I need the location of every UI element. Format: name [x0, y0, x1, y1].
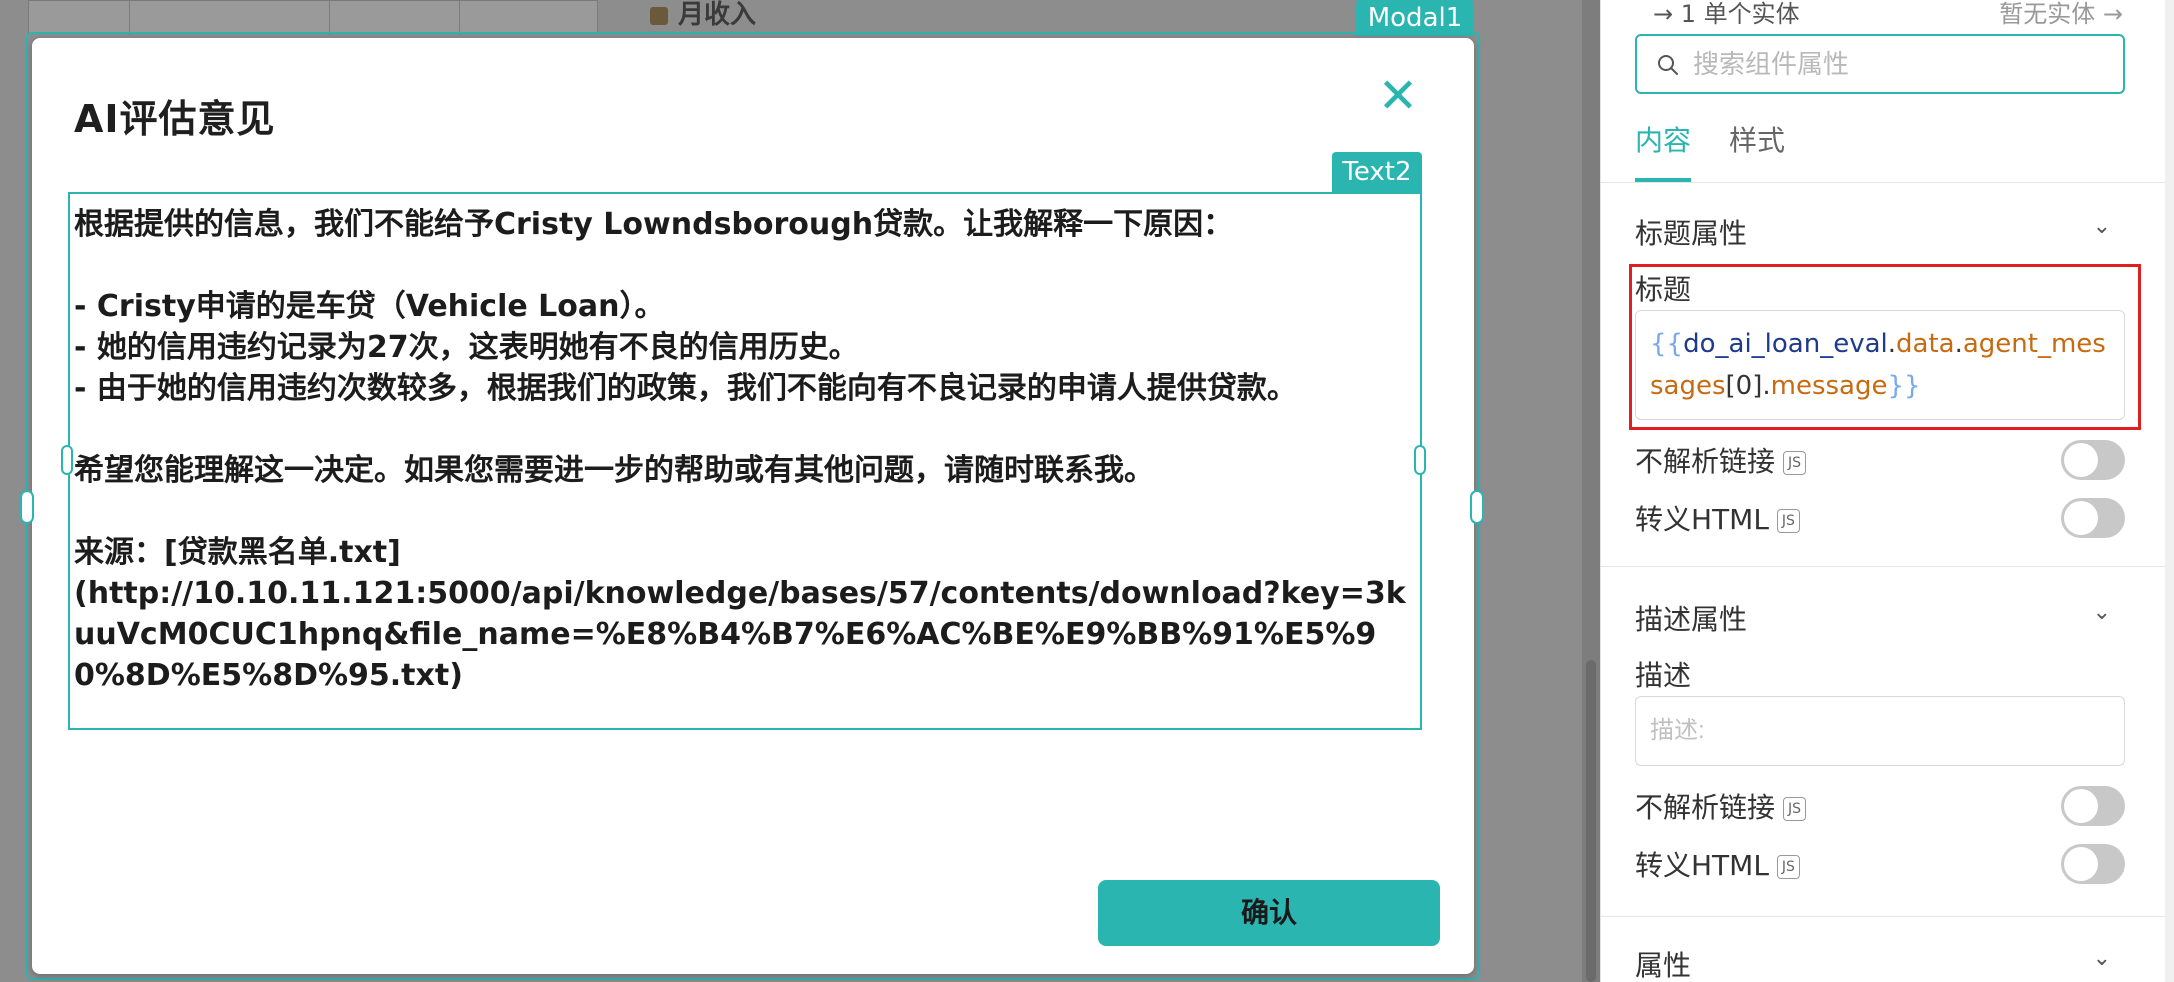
- table-divider: [129, 1, 130, 35]
- modal-resize-handle-right[interactable]: [1470, 490, 1484, 524]
- app-root: 月收入 Modal1 AI评估意见 ✕ Text2 根据提供的信息，我们不能给予…: [0, 0, 2174, 982]
- property-search[interactable]: [1635, 34, 2125, 94]
- section-divider: [1601, 566, 2174, 567]
- text-component-tag[interactable]: Text2: [1332, 152, 1422, 192]
- search-icon: [1658, 55, 1678, 75]
- table-divider: [459, 1, 460, 35]
- background-field-label: 月收入: [650, 0, 756, 31]
- title-no-parse-links-row: 不解析链接 JS: [1635, 440, 2125, 480]
- message-line: - 她的信用违约记录为27次，这表明她有不良的信用历史。: [74, 330, 859, 365]
- js-badge[interactable]: JS: [1776, 855, 1800, 879]
- title-field-label: 标题: [1635, 273, 1692, 306]
- section-divider: [1601, 916, 2174, 917]
- desc-section-header[interactable]: 描述属性 ⌄: [1635, 598, 2125, 638]
- ai-message-text: 根据提供的信息，我们不能给予Cristy Lowndsborough贷款。让我解…: [74, 204, 1414, 696]
- chevron-down-icon: ⌄: [2092, 946, 2111, 971]
- js-badge[interactable]: JS: [1783, 797, 1807, 821]
- tab-content[interactable]: 内容: [1635, 118, 1692, 182]
- modal-resize-handle-left[interactable]: [20, 490, 34, 524]
- message-line: - Cristy申请的是车贷（Vehicle Loan）。: [74, 289, 665, 324]
- message-line: - 由于她的信用违约次数较多，根据我们的政策，我们不能向有不良记录的申请人提供贷…: [74, 371, 1297, 406]
- title-escape-html-row: 转义HTML JS: [1635, 498, 2125, 538]
- canvas-scrollbar[interactable]: [1582, 0, 1600, 982]
- desc-no-parse-links-row: 不解析链接 JS: [1635, 786, 2125, 826]
- desc-escape-html-row: 转义HTML JS: [1635, 844, 2125, 884]
- panel-tabs: 内容 样式: [1635, 118, 2174, 182]
- background-table: [28, 0, 598, 35]
- modal-title: AI评估意见: [74, 97, 276, 141]
- message-source-line: 来源：[贷款黑名单.txt]: [74, 535, 401, 570]
- text-resize-handle-left[interactable]: [61, 445, 73, 475]
- chevron-down-icon: ⌄: [2092, 214, 2111, 239]
- title-section-header[interactable]: 标题属性 ⌄: [1635, 212, 2125, 252]
- no-parse-links-toggle[interactable]: [2061, 440, 2125, 480]
- panel-scrollbar[interactable]: [2165, 0, 2174, 982]
- js-badge[interactable]: JS: [1776, 509, 1800, 533]
- close-icon[interactable]: ✕: [1374, 72, 1422, 120]
- scrollbar-thumb[interactable]: [1586, 660, 1596, 982]
- tabs-divider: [1601, 182, 2174, 183]
- chevron-down-icon: ⌄: [2092, 600, 2111, 625]
- escape-html-toggle[interactable]: [2061, 498, 2125, 538]
- modal-component-tag[interactable]: Modal1: [1356, 0, 1474, 36]
- tab-style[interactable]: 样式: [1729, 118, 1785, 182]
- title-expression-editor[interactable]: {{do_ai_loan_eval.data.agent_messages[0]…: [1635, 310, 2125, 420]
- property-panel: → 1 单个实体 暂无实体 → 内容 样式 标题属性 ⌄ 标题 {{do_ai_…: [1600, 0, 2174, 982]
- message-line: 根据提供的信息，我们不能给予Cristy Lowndsborough贷款。让我解…: [74, 207, 1234, 242]
- no-parse-links-toggle[interactable]: [2061, 786, 2125, 826]
- table-divider: [329, 1, 330, 35]
- money-icon: [650, 6, 668, 25]
- text-resize-handle-right[interactable]: [1414, 445, 1426, 475]
- single-entity-link[interactable]: → 1 单个实体: [1653, 0, 1800, 29]
- desc-field-label: 描述: [1635, 659, 1692, 692]
- search-input[interactable]: [1693, 36, 2113, 92]
- no-entity-link[interactable]: 暂无实体 →: [1999, 0, 2123, 29]
- message-line: 希望您能理解这一决定。如果您需要进一步的帮助或有其他问题，请随时联系我。: [74, 453, 1154, 488]
- escape-html-toggle[interactable]: [2061, 844, 2125, 884]
- message-source-url: (http://10.10.11.121:5000/api/knowledge/…: [74, 576, 1406, 693]
- confirm-button[interactable]: 确认: [1098, 880, 1440, 946]
- attr-section-header[interactable]: 属性 ⌄: [1635, 944, 2125, 982]
- description-input[interactable]: [1635, 696, 2125, 766]
- js-badge[interactable]: JS: [1783, 451, 1807, 475]
